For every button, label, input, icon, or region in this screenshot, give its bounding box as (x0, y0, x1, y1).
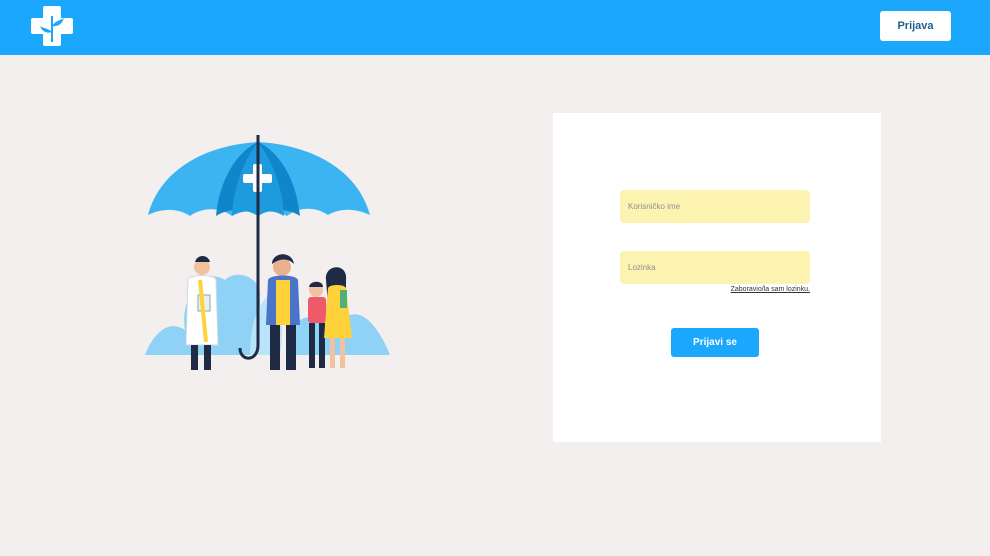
login-submit-button[interactable]: Prijavi se (671, 328, 759, 357)
username-input[interactable] (620, 190, 810, 223)
login-card: Zaboravio/la sam lozinku. Prijavi se (553, 113, 881, 442)
login-nav-button[interactable]: Prijava (880, 11, 951, 41)
family-umbrella-illustration (145, 135, 390, 370)
password-input[interactable] (620, 251, 810, 284)
medical-cross-logo-icon[interactable] (29, 4, 75, 48)
forgot-password-link[interactable]: Zaboravio/la sam lozinku. (721, 286, 810, 293)
top-navigation-bar: Prijava (0, 0, 990, 55)
